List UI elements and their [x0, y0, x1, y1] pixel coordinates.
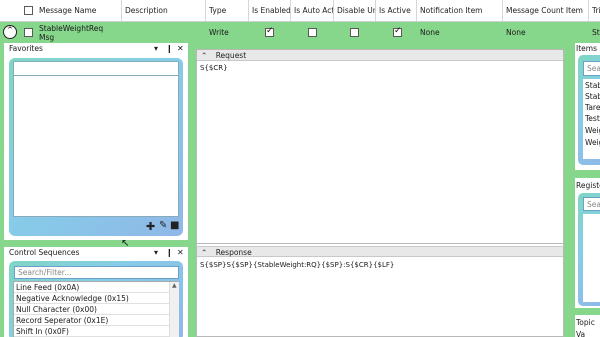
is-auto-active-checkbox[interactable]: [308, 28, 317, 37]
pin-icon[interactable]: ❙: [166, 43, 173, 55]
favorites-title: Favorites: [4, 43, 188, 55]
grid-header: Message Name Description Type Is Enabled…: [0, 0, 600, 22]
add-icon[interactable]: ✚: [146, 220, 155, 233]
col-description[interactable]: Description: [122, 0, 206, 22]
row-message-name: StableWeightReq Msg: [36, 22, 122, 43]
registers-list[interactable]: [583, 214, 600, 302]
list-item[interactable]: Line Feed (0x0A): [14, 282, 170, 293]
control-sequences-search[interactable]: Search/Filter...: [14, 266, 179, 279]
row-name-line1: StableWeightReq: [39, 24, 104, 33]
collapse-row-button[interactable]: ⌃: [3, 25, 17, 39]
col-message-count-item[interactable]: Message Count Item: [503, 0, 589, 22]
disable-un-checkbox[interactable]: [350, 28, 359, 37]
favorites-frame: ✚ ✎ ■: [9, 58, 183, 236]
topic-panel: Topic Va: [575, 315, 600, 337]
request-header[interactable]: ⌃ Request: [197, 50, 563, 61]
favorites-input[interactable]: [14, 62, 178, 76]
request-text[interactable]: S{$CR}: [200, 64, 228, 72]
favorites-list[interactable]: [13, 61, 179, 217]
list-item[interactable]: Testi: [585, 114, 600, 123]
registers-panel: Register Sea: [575, 178, 600, 308]
col-tri[interactable]: Tri: [589, 0, 600, 22]
list-item[interactable]: Shift In (0x0F): [14, 326, 170, 337]
is-active-checkbox[interactable]: [393, 26, 402, 37]
select-all-checkbox[interactable]: [24, 6, 33, 15]
close-icon[interactable]: ✕: [177, 247, 184, 259]
chevron-up-icon: ⌃: [6, 26, 14, 36]
list-item[interactable]: Negative Acknowledge (0x15): [14, 293, 170, 304]
list-item[interactable]: Stab: [585, 81, 600, 90]
editor-panel: ⌃ Request S{$CR} ⌃ Response S{$SP}S{$SP}…: [196, 49, 564, 337]
row-type: Write: [209, 28, 229, 37]
list-item[interactable]: Weig: [585, 138, 600, 147]
row-notification-item[interactable]: None: [417, 22, 503, 43]
chevron-up-icon: ⌃: [201, 248, 208, 257]
col-notification-item[interactable]: Notification Item: [417, 0, 503, 22]
registers-title: Register: [575, 180, 600, 192]
scroll-up-icon[interactable]: ▲: [172, 282, 177, 289]
list-item[interactable]: Null Character (0x00): [14, 304, 170, 315]
list-item[interactable]: Tare: [585, 103, 600, 112]
items-title: Items: [575, 43, 600, 55]
row-select-checkbox[interactable]: [24, 28, 33, 37]
list-item[interactable]: Stab: [585, 92, 600, 101]
scrollbar[interactable]: ▲: [169, 282, 179, 337]
delete-icon[interactable]: ■: [170, 220, 179, 231]
items-search[interactable]: Sea: [583, 61, 600, 76]
col-message-name[interactable]: Message Name: [36, 0, 122, 22]
list-item[interactable]: Weig: [585, 126, 600, 135]
is-enabled-checkbox[interactable]: [265, 26, 274, 37]
request-title: Request: [215, 51, 247, 60]
close-icon[interactable]: ✕: [177, 43, 184, 55]
favorites-panel: Favorites ▾ ❙ ✕ ✚ ✎ ■: [4, 43, 188, 240]
row-name-line2: Msg: [39, 33, 55, 42]
splitter[interactable]: [197, 243, 563, 244]
list-item[interactable]: Record Seperator (0x1E): [14, 315, 170, 326]
response-text[interactable]: S{$SP}S{$SP}{StableWeight:RQ}{$SP}:S{$CR…: [200, 261, 394, 269]
pin-icon[interactable]: ❙: [166, 247, 173, 259]
response-title: Response: [215, 248, 252, 257]
col-type[interactable]: Type: [206, 0, 249, 22]
response-header[interactable]: ⌃ Response: [197, 246, 563, 257]
registers-search[interactable]: Sea: [583, 197, 600, 211]
col-is-active[interactable]: Is Active: [376, 0, 417, 22]
control-sequences-panel: Control Sequences ▾ ❙ ✕ Search/Filter...…: [4, 247, 188, 337]
edit-icon[interactable]: ✎: [159, 220, 167, 231]
control-sequences-title: Control Sequences: [4, 247, 188, 259]
col-is-enabled[interactable]: Is Enabled: [249, 0, 291, 22]
col-is-auto-active[interactable]: Is Auto Acti: [291, 0, 334, 22]
col-disable-un[interactable]: Disable Un: [334, 0, 376, 22]
row-tri: Stal: [592, 28, 600, 37]
row-message-count-item[interactable]: None: [503, 22, 589, 43]
dropdown-icon[interactable]: ▾: [154, 43, 158, 55]
chevron-up-icon: ⌃: [201, 51, 208, 60]
dropdown-icon[interactable]: ▾: [154, 247, 158, 259]
topic-title: Topic Va: [575, 317, 600, 337]
table-row[interactable]: ⌃ StableWeightReq Msg Write None None St…: [0, 22, 600, 43]
